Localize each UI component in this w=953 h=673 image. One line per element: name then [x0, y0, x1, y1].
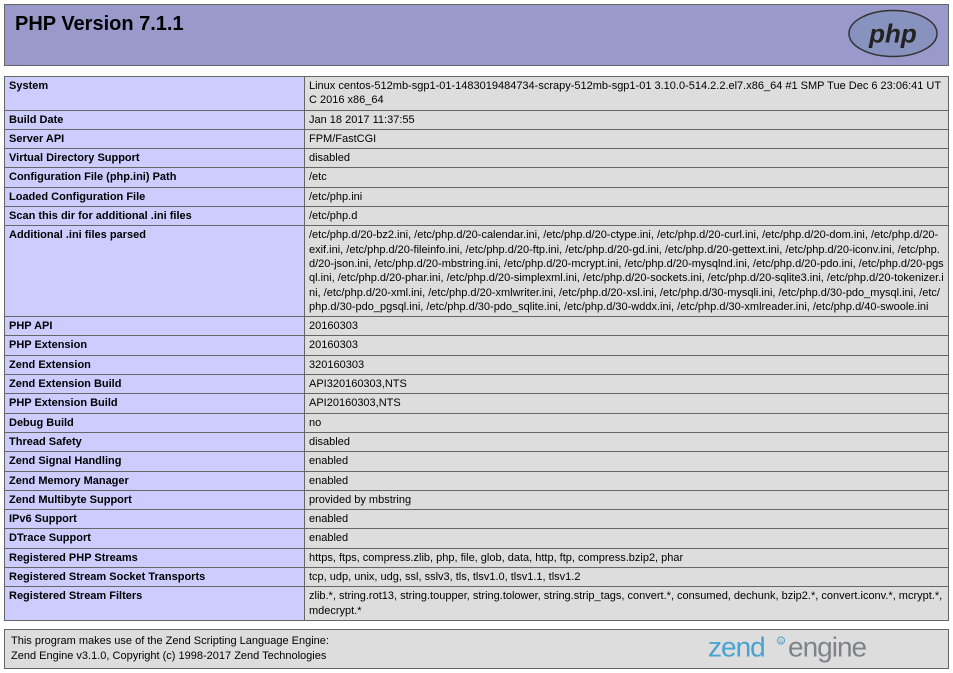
- table-row: IPv6 Supportenabled: [5, 510, 949, 529]
- row-label: Loaded Configuration File: [5, 187, 305, 206]
- row-label: Scan this dir for additional .ini files: [5, 207, 305, 226]
- table-row: Additional .ini files parsed/etc/php.d/2…: [5, 226, 949, 317]
- row-value: FPM/FastCGI: [305, 129, 949, 148]
- table-row: Zend Memory Managerenabled: [5, 471, 949, 490]
- table-row: PHP Extension BuildAPI20160303,NTS: [5, 394, 949, 413]
- row-label: Configuration File (php.ini) Path: [5, 168, 305, 187]
- zend-logo-icon: zend R engine: [708, 630, 938, 667]
- row-value: provided by mbstring: [305, 490, 949, 509]
- row-value: /etc/php.ini: [305, 187, 949, 206]
- row-value: API20160303,NTS: [305, 394, 949, 413]
- row-label: Zend Extension Build: [5, 375, 305, 394]
- svg-text:engine: engine: [788, 631, 867, 662]
- row-label: Zend Signal Handling: [5, 452, 305, 471]
- row-label: Debug Build: [5, 413, 305, 432]
- row-value: Jan 18 2017 11:37:55: [305, 110, 949, 129]
- row-value: https, ftps, compress.zlib, php, file, g…: [305, 548, 949, 567]
- row-label: Zend Multibyte Support: [5, 490, 305, 509]
- row-label: Zend Extension: [5, 355, 305, 374]
- row-label: Zend Memory Manager: [5, 471, 305, 490]
- table-row: Registered PHP Streamshttps, ftps, compr…: [5, 548, 949, 567]
- table-row: Zend Extension320160303: [5, 355, 949, 374]
- row-label: System: [5, 77, 305, 111]
- row-value: no: [305, 413, 949, 432]
- svg-text:zend: zend: [708, 631, 765, 662]
- row-label: Thread Safety: [5, 432, 305, 451]
- row-value: 20160303: [305, 336, 949, 355]
- table-row: Zend Signal Handlingenabled: [5, 452, 949, 471]
- row-label: Build Date: [5, 110, 305, 129]
- row-value: tcp, udp, unix, udg, ssl, sslv3, tls, tl…: [305, 568, 949, 587]
- phpinfo-table: SystemLinux centos-512mb-sgp1-01-1483019…: [4, 76, 949, 621]
- row-value: API320160303,NTS: [305, 375, 949, 394]
- row-value: enabled: [305, 452, 949, 471]
- table-row: PHP API20160303: [5, 317, 949, 336]
- row-value: /etc/php.d: [305, 207, 949, 226]
- row-label: Registered Stream Socket Transports: [5, 568, 305, 587]
- table-row: Thread Safetydisabled: [5, 432, 949, 451]
- row-value: /etc/php.d/20-bz2.ini, /etc/php.d/20-cal…: [305, 226, 949, 317]
- row-label: Registered Stream Filters: [5, 587, 305, 621]
- row-label: Server API: [5, 129, 305, 148]
- row-label: PHP Extension: [5, 336, 305, 355]
- php-logo-icon: php: [848, 10, 938, 61]
- row-label: PHP API: [5, 317, 305, 336]
- table-row: SystemLinux centos-512mb-sgp1-01-1483019…: [5, 77, 949, 111]
- row-value: enabled: [305, 529, 949, 548]
- row-label: IPv6 Support: [5, 510, 305, 529]
- table-row: Loaded Configuration File/etc/php.ini: [5, 187, 949, 206]
- row-label: Virtual Directory Support: [5, 149, 305, 168]
- zend-engine-box: This program makes use of the Zend Scrip…: [4, 629, 949, 669]
- row-label: DTrace Support: [5, 529, 305, 548]
- table-row: Build DateJan 18 2017 11:37:55: [5, 110, 949, 129]
- row-value: 320160303: [305, 355, 949, 374]
- table-row: Configuration File (php.ini) Path/etc: [5, 168, 949, 187]
- row-label: PHP Extension Build: [5, 394, 305, 413]
- row-label: Additional .ini files parsed: [5, 226, 305, 317]
- row-value: disabled: [305, 149, 949, 168]
- row-value: 20160303: [305, 317, 949, 336]
- php-version-title: PHP Version 7.1.1: [15, 13, 938, 36]
- row-value: zlib.*, string.rot13, string.toupper, st…: [305, 587, 949, 621]
- table-row: Registered Stream Socket Transportstcp, …: [5, 568, 949, 587]
- table-row: Zend Multibyte Supportprovided by mbstri…: [5, 490, 949, 509]
- table-row: DTrace Supportenabled: [5, 529, 949, 548]
- row-value: enabled: [305, 471, 949, 490]
- row-label: Registered PHP Streams: [5, 548, 305, 567]
- php-header: PHP Version 7.1.1 php: [4, 4, 949, 66]
- row-value: /etc: [305, 168, 949, 187]
- row-value: Linux centos-512mb-sgp1-01-1483019484734…: [305, 77, 949, 111]
- svg-text:php: php: [868, 19, 917, 49]
- table-row: Zend Extension BuildAPI320160303,NTS: [5, 375, 949, 394]
- table-row: Registered Stream Filterszlib.*, string.…: [5, 587, 949, 621]
- svg-text:R: R: [779, 639, 783, 645]
- table-row: Scan this dir for additional .ini files/…: [5, 207, 949, 226]
- row-value: disabled: [305, 432, 949, 451]
- table-row: Virtual Directory Supportdisabled: [5, 149, 949, 168]
- table-row: PHP Extension20160303: [5, 336, 949, 355]
- table-row: Server APIFPM/FastCGI: [5, 129, 949, 148]
- table-row: Debug Buildno: [5, 413, 949, 432]
- row-value: enabled: [305, 510, 949, 529]
